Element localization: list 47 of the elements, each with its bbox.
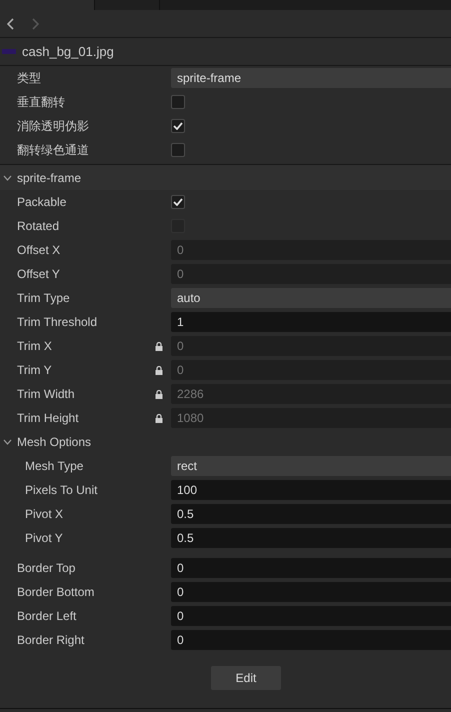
checkbox[interactable]	[171, 195, 185, 209]
group-title: Mesh Options	[17, 434, 92, 451]
property-label: Trim Threshold	[17, 314, 98, 331]
checkbox[interactable]	[171, 143, 185, 157]
input-field[interactable]: 0	[171, 558, 451, 578]
property-label: Border Top	[17, 560, 76, 577]
input-field[interactable]: 0.5	[171, 528, 451, 548]
property-label: Trim Y	[17, 362, 52, 379]
input-field[interactable]: 1	[171, 312, 451, 332]
property-label: Border Right	[17, 632, 84, 649]
input-field[interactable]: 0	[171, 630, 451, 650]
property-label: 垂直翻转	[17, 94, 65, 111]
property-label: Border Left	[17, 608, 76, 625]
chevron-icon[interactable]	[3, 439, 12, 445]
section-header[interactable]: sprite-frame	[0, 164, 451, 190]
property-label: Border Bottom	[17, 584, 94, 601]
property-label: Trim X	[17, 338, 52, 355]
checkbox[interactable]	[171, 119, 185, 133]
input-field[interactable]: 0	[171, 606, 451, 626]
chevron-icon[interactable]	[3, 174, 12, 180]
dropdown[interactable]: auto	[171, 288, 451, 308]
input-field[interactable]: 100	[171, 480, 451, 500]
checkbox[interactable]	[171, 95, 185, 109]
group-header[interactable]: Mesh Options	[0, 430, 451, 454]
property-label: Offset X	[17, 242, 60, 259]
property-label: Pixels To Unit	[25, 482, 98, 499]
property-label: Trim Width	[17, 386, 75, 403]
dropdown[interactable]: sprite-frame	[171, 68, 451, 88]
property-label: 消除透明伪影	[17, 118, 89, 135]
property-label: Packable	[17, 194, 66, 211]
edit-button[interactable]: Edit	[211, 666, 281, 690]
file-name: cash_bg_01.jpg	[22, 42, 114, 61]
image-icon	[2, 49, 16, 54]
property-label: 翻转绿色通道	[17, 142, 89, 159]
property-label: Mesh Type	[25, 458, 84, 475]
property-label: Trim Height	[17, 410, 79, 427]
property-label: 类型	[17, 70, 41, 87]
property-label: Rotated	[17, 218, 60, 235]
input-field[interactable]: 0.5	[171, 504, 451, 524]
property-label: Pivot X	[25, 506, 64, 523]
dropdown[interactable]: rect	[171, 456, 451, 476]
input-field[interactable]: 0	[171, 582, 451, 602]
property-label: Trim Type	[17, 290, 70, 307]
property-label: Offset Y	[17, 266, 60, 283]
section-title: sprite-frame	[17, 170, 82, 186]
back-icon[interactable]	[7, 18, 15, 30]
property-label: Pivot Y	[25, 530, 63, 547]
